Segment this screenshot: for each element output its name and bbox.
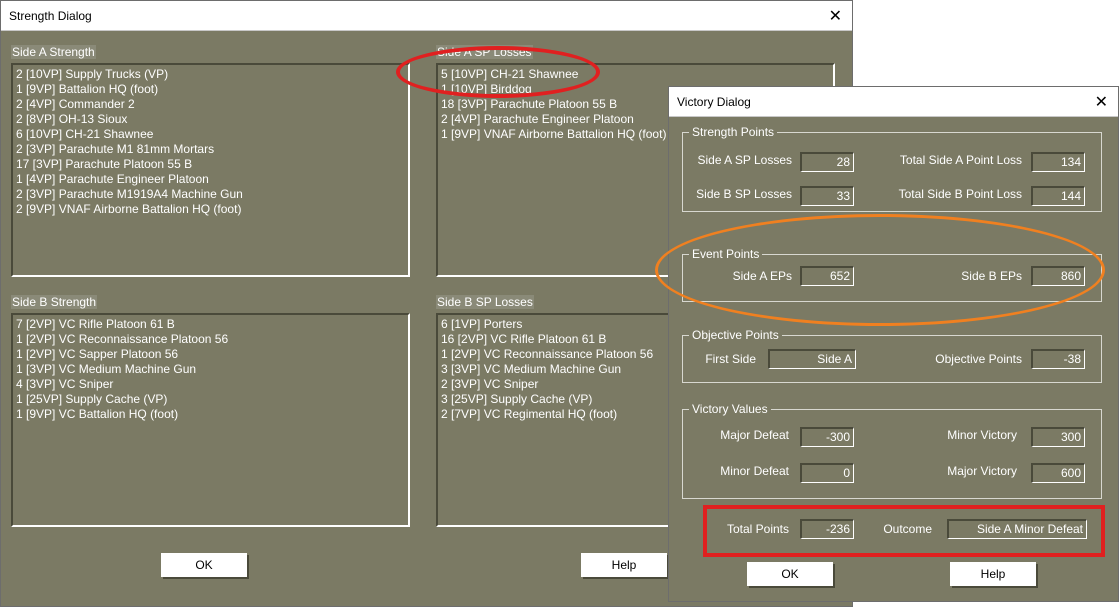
side-a-eps-label: Side A EPs	[732, 269, 792, 283]
red-annotation-box	[703, 505, 1105, 557]
major-victory-field[interactable]: 600	[1031, 463, 1085, 483]
ok-button[interactable]: OK	[161, 553, 247, 577]
minor-defeat-label: Minor Defeat	[720, 464, 789, 478]
list-item[interactable]: 4 [3VP] VC Sniper	[16, 377, 405, 392]
list-item[interactable]: 1 [4VP] Parachute Engineer Platoon	[16, 172, 405, 187]
side-a-sp-losses-label: Side A SP Losses	[436, 45, 533, 59]
event-points-title: Event Points	[689, 247, 763, 261]
side-a-strength-list[interactable]: 2 [10VP] Supply Trucks (VP) 1 [9VP] Batta…	[11, 63, 410, 277]
side-b-eps-label: Side B EPs	[961, 269, 1022, 283]
side-a-strength-label: Side A Strength	[11, 45, 96, 59]
side-b-sp-losses-field[interactable]: 33	[800, 186, 854, 206]
minor-victory-label: Minor Victory	[947, 428, 1017, 442]
strength-dialog-titlebar[interactable]: Strength Dialog ✕	[1, 1, 852, 31]
list-item[interactable]: 2 [8VP] OH-13 Sioux	[16, 112, 405, 127]
close-icon[interactable]: ✕	[829, 6, 842, 26]
major-defeat-label: Major Defeat	[720, 428, 789, 442]
victory-values-group: Victory Values	[682, 402, 1102, 499]
ok-button[interactable]: OK	[747, 562, 833, 586]
list-item[interactable]: 2 [3VP] Parachute M1 81mm Mortars	[16, 142, 405, 157]
list-item-group: 7 [2VP] VC Rifle Platoon 61 B1 [2VP] VC …	[16, 317, 405, 422]
list-item[interactable]: 17 [3VP] Parachute Platoon 55 B	[16, 157, 405, 172]
total-side-b-point-loss-field[interactable]: 144	[1031, 186, 1085, 206]
list-item-group: 2 [10VP] Supply Trucks (VP) 1 [9VP] Batta…	[16, 67, 405, 217]
list-item[interactable]: 5 [10VP] CH-21 Shawnee	[441, 67, 830, 82]
side-b-strength-list[interactable]: 7 [2VP] VC Rifle Platoon 61 B1 [2VP] VC …	[11, 313, 410, 527]
list-item[interactable]: 2 [3VP] Parachute M1919A4 Machine Gun	[16, 187, 405, 202]
list-item[interactable]: 1 [3VP] VC Medium Machine Gun	[16, 362, 405, 377]
major-victory-label: Major Victory	[947, 464, 1017, 478]
list-item[interactable]: 2 [10VP] Supply Trucks (VP)	[16, 67, 405, 82]
list-item[interactable]: 1 [9VP] Battalion HQ (foot)	[16, 82, 405, 97]
minor-defeat-field[interactable]: 0	[800, 463, 854, 483]
side-b-eps-field[interactable]: 860	[1031, 266, 1085, 286]
victory-dialog-titlebar[interactable]: Victory Dialog ✕	[669, 87, 1118, 117]
total-side-a-point-loss-field[interactable]: 134	[1031, 152, 1085, 172]
victory-dialog: Victory Dialog ✕ Strength Points Side A …	[668, 86, 1119, 602]
side-b-strength-label: Side B Strength	[11, 295, 98, 309]
major-defeat-field[interactable]: -300	[800, 427, 854, 447]
list-item[interactable]: 2 [4VP] Commander 2	[16, 97, 405, 112]
strength-points-title: Strength Points	[689, 125, 778, 139]
objective-points-title: Objective Points	[689, 328, 782, 342]
list-item[interactable]: 1 [2VP] VC Sapper Platoon 56	[16, 347, 405, 362]
side-a-sp-losses-label: Side A SP Losses	[697, 153, 792, 167]
victory-dialog-title: Victory Dialog	[677, 95, 751, 109]
list-item[interactable]: 6 [10VP] CH-21 Shawnee	[16, 127, 405, 142]
list-item[interactable]: 1 [2VP] VC Reconnaissance Platoon 56	[16, 332, 405, 347]
help-button[interactable]: Help	[950, 562, 1036, 586]
side-a-sp-losses-field[interactable]: 28	[800, 152, 854, 172]
list-item[interactable]: 2 [9VP] VNAF Airborne Battalion HQ (foot…	[16, 202, 405, 217]
list-item[interactable]: 1 [9VP] VC Battalion HQ (foot)	[16, 407, 405, 422]
first-side-label: First Side	[705, 352, 756, 366]
list-item[interactable]: 7 [2VP] VC Rifle Platoon 61 B	[16, 317, 405, 332]
objective-points-field[interactable]: -38	[1031, 349, 1085, 369]
first-side-field[interactable]: Side A	[768, 349, 856, 369]
minor-victory-field[interactable]: 300	[1031, 427, 1085, 447]
help-button[interactable]: Help	[581, 553, 667, 577]
total-side-b-point-loss-label: Total Side B Point Loss	[898, 187, 1022, 201]
total-side-a-point-loss-label: Total Side A Point Loss	[899, 153, 1022, 167]
objective-points-label: Objective Points	[935, 352, 1022, 366]
side-b-sp-losses-label: Side B SP Losses	[436, 295, 534, 309]
side-a-eps-field[interactable]: 652	[800, 266, 854, 286]
victory-values-title: Victory Values	[689, 402, 771, 416]
list-item[interactable]: 1 [25VP] Supply Cache (VP)	[16, 392, 405, 407]
close-icon[interactable]: ✕	[1095, 92, 1108, 112]
strength-dialog-title: Strength Dialog	[9, 9, 92, 23]
side-b-sp-losses-label: Side B SP Losses	[696, 187, 792, 201]
